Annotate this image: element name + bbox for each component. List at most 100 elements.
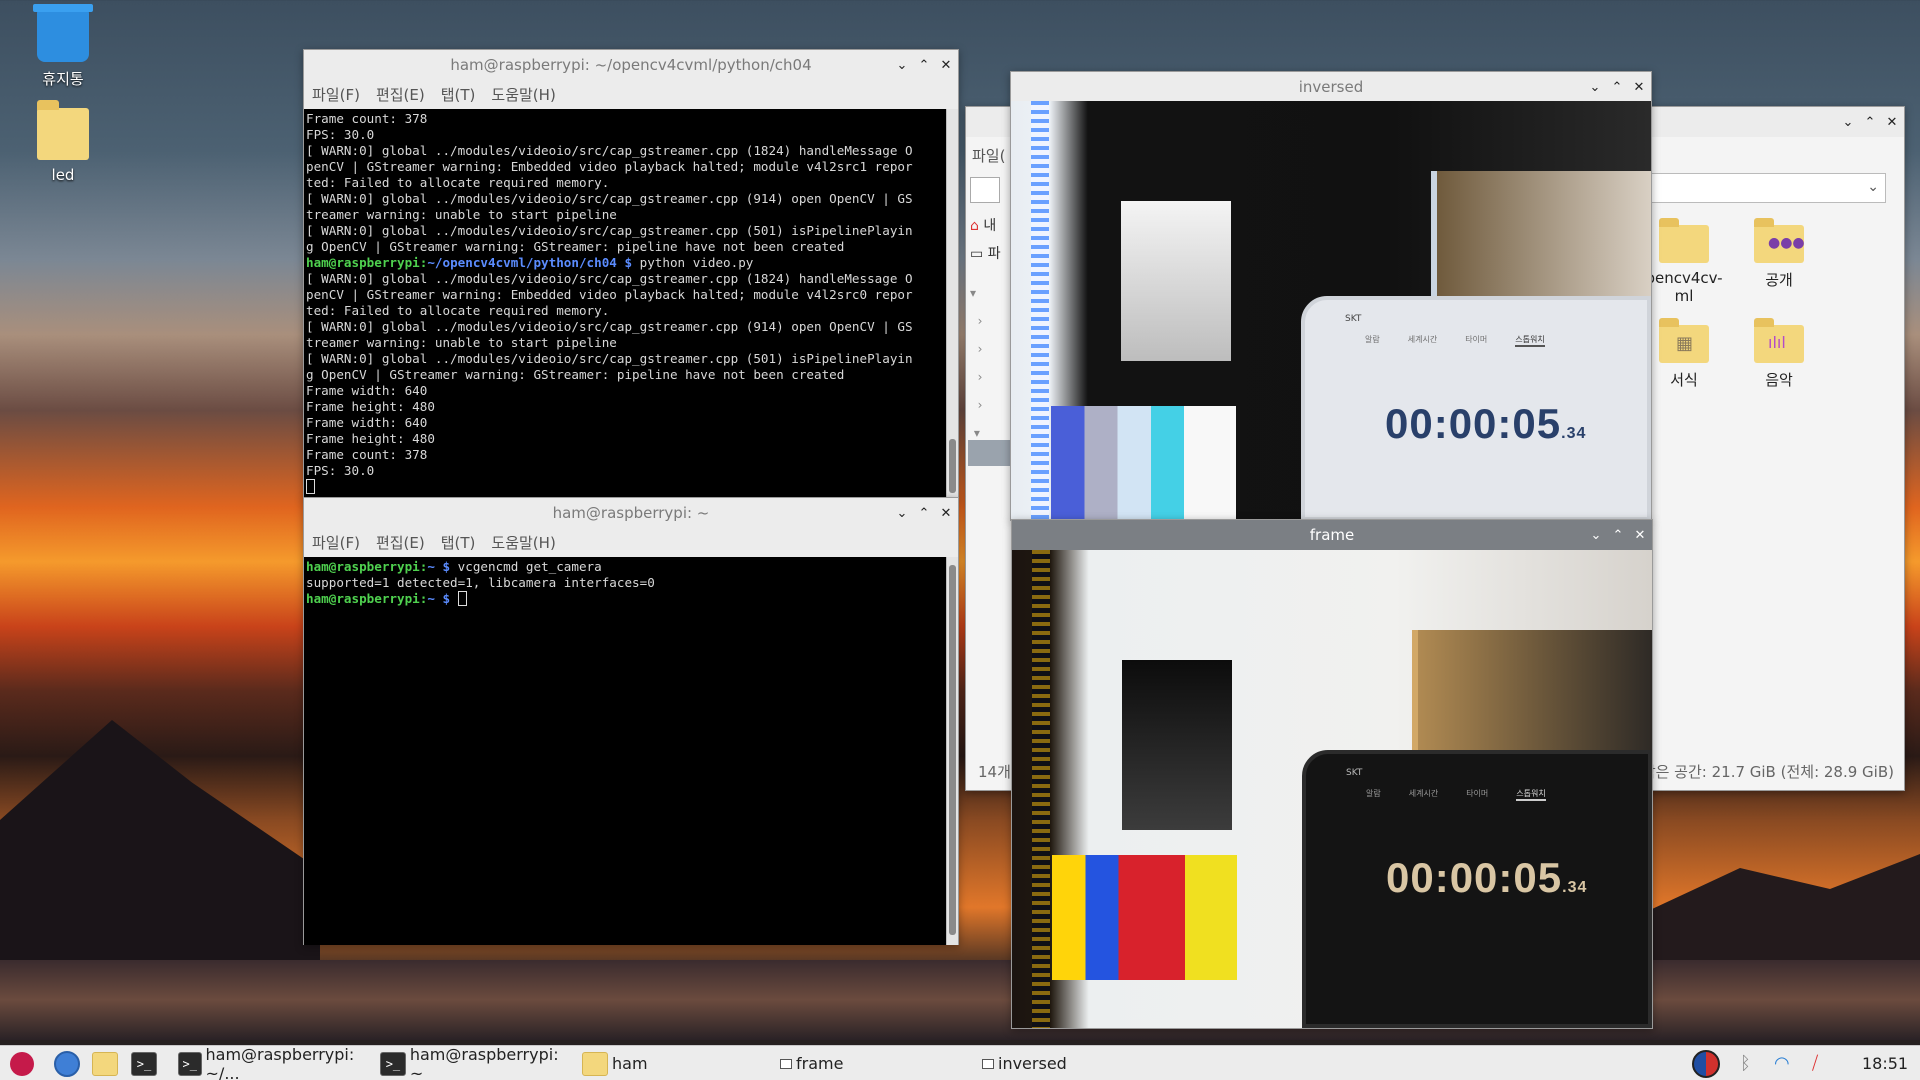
- terminal-window-home: ham@raspberrypi: ~ ⌄ ⌃ ✕ 파일(F) 편집(E) 탭(T…: [303, 497, 959, 945]
- task-label: ham: [612, 1054, 648, 1073]
- volume-button[interactable]: ⧸: [1812, 1046, 1818, 1080]
- terminal-titlebar[interactable]: ham@raspberrypi: ~ ⌄ ⌃ ✕: [304, 498, 958, 528]
- path-bar[interactable]: ⌄: [1646, 173, 1886, 203]
- desktop-icon-led[interactable]: led: [18, 100, 108, 184]
- taskbar-task-terminal-home[interactable]: >_ ham@raspberrypi: ~: [380, 1045, 576, 1080]
- file-item-label: ml: [1674, 287, 1694, 305]
- public-folder-icon: ●●●: [1754, 218, 1805, 263]
- menu-file[interactable]: 파일(F): [312, 84, 360, 105]
- terminal-line: Frame count: 378: [306, 111, 428, 126]
- terminal-titlebar[interactable]: ham@raspberrypi: ~/opencv4cvml/python/ch…: [304, 50, 958, 80]
- maximize-button[interactable]: ⌃: [1611, 80, 1623, 95]
- terminal-line: [ WARN:0] global ../modules/videoio/src/…: [306, 319, 913, 334]
- task-label: inversed: [998, 1054, 1067, 1073]
- terminal-output[interactable]: ham@raspberrypi:~ $ vcgencmd get_camera s…: [304, 557, 947, 945]
- close-button[interactable]: ✕: [1886, 115, 1898, 130]
- minimize-button[interactable]: ⌄: [1842, 115, 1854, 130]
- inversed-window: inversed ⌄ ⌃ ✕ SKT 알람 세계시간 타이머 스톱워치 00:0…: [1010, 71, 1652, 521]
- phone-image: SKT 알람 세계시간 타이머 스톱워치 00:00:05.34: [1302, 750, 1652, 1028]
- terminal-line: ted: Failed to allocate required memory.: [306, 175, 610, 190]
- sidebar-drive-item[interactable]: ▭ 파: [970, 243, 1001, 263]
- terminal-scrollbar[interactable]: [946, 557, 958, 945]
- minimize-button[interactable]: ⌄: [1589, 80, 1601, 95]
- wifi-button[interactable]: ◠: [1774, 1046, 1790, 1080]
- frame-titlebar[interactable]: frame ⌄ ⌃ ✕: [1012, 520, 1652, 550]
- taskbar-task-ham[interactable]: ham: [582, 1046, 778, 1080]
- close-button[interactable]: ✕: [940, 506, 952, 521]
- sidebar-toggle-button[interactable]: [970, 177, 1000, 203]
- task-label: frame: [796, 1054, 844, 1073]
- terminal-launcher[interactable]: >_: [131, 1046, 157, 1080]
- inversed-titlebar[interactable]: inversed ⌄ ⌃ ✕: [1011, 72, 1651, 101]
- notebook-spiral-image: [1031, 101, 1049, 521]
- file-item-label: 서식: [1670, 371, 1698, 389]
- file-manager-menu[interactable]: 파일(: [972, 145, 1005, 166]
- maximize-button[interactable]: ⌃: [1864, 115, 1876, 130]
- maximize-button[interactable]: ⌃: [1612, 528, 1624, 543]
- raspberry-menu-button[interactable]: [10, 1046, 34, 1080]
- minimize-button[interactable]: ⌄: [1590, 528, 1602, 543]
- terminal-line: supported=1 detected=1, libcamera interf…: [306, 575, 655, 590]
- menu-help[interactable]: 도움말(H): [491, 84, 555, 105]
- close-button[interactable]: ✕: [1634, 528, 1646, 543]
- terminal-line: penCV | GStreamer warning: Embedded vide…: [306, 159, 913, 174]
- terminal-line: [306, 479, 945, 495]
- file-item-opencv[interactable]: pencv4cv- ml: [1641, 218, 1727, 305]
- file-item-label: pencv4cv-: [1645, 269, 1723, 287]
- terminal-line: ham@raspberrypi:~/opencv4cvml/python/ch0…: [306, 255, 754, 270]
- chevron-down-icon[interactable]: ⌄: [1867, 179, 1879, 195]
- sidebar-home-item[interactable]: ⌂ 내: [970, 215, 996, 235]
- minimize-button[interactable]: ⌄: [896, 506, 908, 521]
- taskbar-task-terminal-ch04[interactable]: >_ ham@raspberrypi: ~/...: [178, 1045, 374, 1080]
- menu-edit[interactable]: 편집(E): [376, 532, 425, 553]
- close-button[interactable]: ✕: [1633, 80, 1645, 95]
- maximize-button[interactable]: ⌃: [918, 506, 930, 521]
- bluetooth-button[interactable]: ᛒ: [1740, 1046, 1751, 1080]
- menu-tab[interactable]: 탭(T): [441, 532, 476, 553]
- terminal-scrollbar[interactable]: [946, 109, 958, 499]
- notebook-spiral-image: [1032, 550, 1050, 1028]
- file-item-public[interactable]: ●●● 공개: [1736, 218, 1822, 290]
- status-free-space: 남은 공간: 21.7 GiB (전체: 28.9 GiB): [1641, 763, 1894, 781]
- terminal-window-ch04: ham@raspberrypi: ~/opencv4cvml/python/ch…: [303, 49, 959, 499]
- taskbar-task-inversed[interactable]: inversed: [982, 1046, 1178, 1080]
- sidebar-tree[interactable]: ▾ › › › › ▾: [970, 279, 1010, 579]
- file-item-music[interactable]: ılıl 음악: [1736, 318, 1822, 390]
- menu-file[interactable]: 파일(F): [312, 532, 360, 553]
- file-manager-launcher[interactable]: [92, 1046, 118, 1080]
- clock[interactable]: 18:51: [1862, 1046, 1908, 1080]
- terminal-line: penCV | GStreamer warning: Embedded vide…: [306, 287, 913, 302]
- trash-icon: [33, 4, 93, 62]
- input-method-indicator[interactable]: [1692, 1046, 1720, 1080]
- terminal-icon: >_: [178, 1051, 202, 1076]
- terminal-line: g OpenCV | GStreamer warning: GStreamer:…: [306, 239, 845, 254]
- taskbar-task-frame[interactable]: frame: [780, 1046, 976, 1080]
- inversed-camera-view[interactable]: SKT 알람 세계시간 타이머 스톱워치 00:00:05.34: [1011, 101, 1651, 521]
- terminal-line: Frame height: 480: [306, 399, 435, 414]
- menu-edit[interactable]: 편집(E): [376, 84, 425, 105]
- terminal-line: Frame width: 640: [306, 383, 428, 398]
- minimize-button[interactable]: ⌄: [896, 58, 908, 73]
- terminal-output[interactable]: Frame count: 378 FPS: 30.0[ WARN:0] globa…: [304, 109, 947, 499]
- window-title: ham@raspberrypi: ~/opencv4cvml/python/ch…: [450, 56, 812, 74]
- window-title: frame: [1309, 526, 1355, 544]
- terminal-line: g OpenCV | GStreamer warning: GStreamer:…: [306, 367, 845, 382]
- taskbar: >_ >_ ham@raspberrypi: ~/... >_ ham@rasp…: [0, 1045, 1920, 1080]
- close-button[interactable]: ✕: [940, 58, 952, 73]
- browser-launcher[interactable]: [54, 1046, 80, 1080]
- scroll-thumb[interactable]: [949, 565, 956, 935]
- terminal-icon: >_: [380, 1051, 406, 1076]
- frame-camera-view[interactable]: SKT 알람 세계시간 타이머 스톱워치 00:00:05.34: [1012, 550, 1652, 1028]
- desktop-icon-trash[interactable]: 휴지통: [18, 4, 108, 89]
- maximize-button[interactable]: ⌃: [918, 58, 930, 73]
- menu-tab[interactable]: 탭(T): [441, 84, 476, 105]
- menu-help[interactable]: 도움말(H): [491, 532, 555, 553]
- terminal-cursor: [306, 479, 315, 494]
- terminal-line: [ WARN:0] global ../modules/videoio/src/…: [306, 143, 913, 158]
- file-item-label: 공개: [1765, 271, 1793, 289]
- scroll-thumb[interactable]: [949, 439, 956, 493]
- printer-image: [1121, 201, 1231, 361]
- stopwatch-display: 00:00:05.34: [1385, 400, 1587, 447]
- file-item-templates[interactable]: ▦ 서식: [1641, 318, 1727, 390]
- folder-icon: [582, 1051, 608, 1076]
